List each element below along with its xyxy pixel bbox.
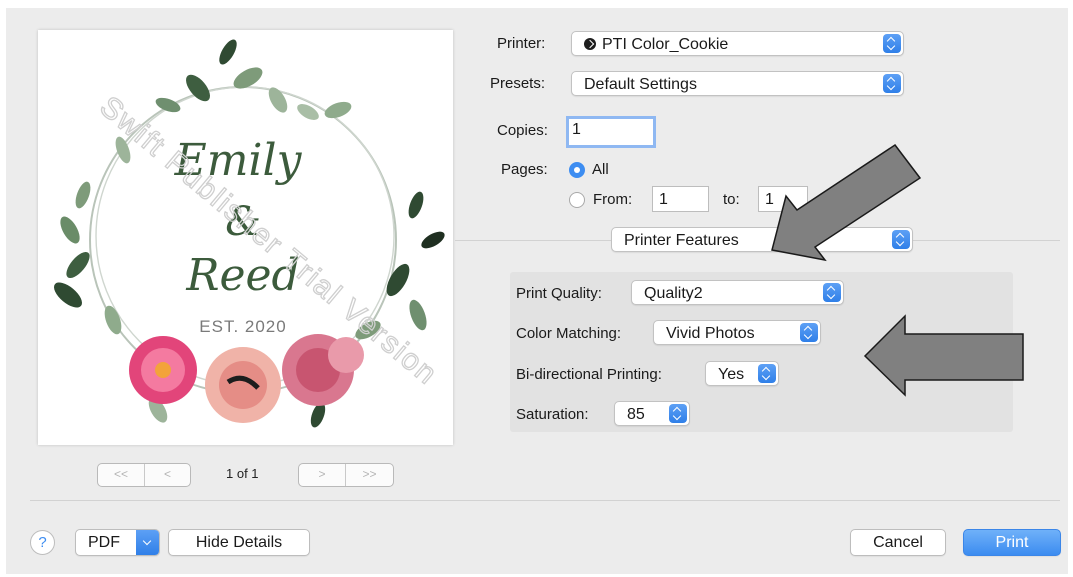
last-page-button[interactable]: >> bbox=[345, 464, 393, 486]
color-matching-popup[interactable]: Vivid Photos bbox=[653, 320, 821, 345]
section-popup-value: Printer Features bbox=[624, 232, 739, 249]
bottom-divider bbox=[30, 500, 1060, 501]
pdf-menu-button[interactable]: PDF bbox=[75, 529, 160, 556]
section-popup[interactable]: Printer Features bbox=[611, 227, 913, 252]
saturation-value: 85 bbox=[627, 406, 645, 423]
copies-label: Copies: bbox=[497, 122, 548, 139]
pages-to-field[interactable]: 1 bbox=[758, 186, 808, 212]
pages-from-radio[interactable] bbox=[569, 192, 585, 208]
presets-label: Presets: bbox=[490, 75, 546, 92]
pages-from-label: From: bbox=[593, 191, 633, 208]
cancel-button[interactable]: Cancel bbox=[850, 529, 946, 556]
popup-stepper-icon bbox=[823, 283, 841, 302]
bidirectional-label: Bi-directional Printing: bbox=[516, 366, 662, 383]
print-button[interactable]: Print bbox=[963, 529, 1061, 556]
saturation-label: Saturation: bbox=[516, 406, 589, 423]
preview-est: EST. 2020 bbox=[199, 317, 286, 336]
printer-popup[interactable]: PTI Color_Cookie bbox=[571, 31, 904, 56]
saturation-popup[interactable]: 85 bbox=[614, 401, 690, 426]
printer-label: Printer: bbox=[497, 35, 546, 52]
popup-stepper-icon bbox=[883, 74, 901, 93]
page-count: 1 of 1 bbox=[226, 466, 259, 481]
print-preview: Emily & Reed EST. 2020 Swift Publisher T… bbox=[38, 30, 453, 445]
pager-back-group: << < bbox=[97, 463, 191, 487]
pages-all-label: All bbox=[592, 161, 609, 178]
pages-all-radio[interactable] bbox=[569, 162, 585, 178]
printer-value: PTI Color_Cookie bbox=[602, 36, 729, 53]
popup-stepper-icon bbox=[892, 230, 910, 249]
pager-forward-group: > >> bbox=[298, 463, 394, 487]
first-page-button[interactable]: << bbox=[98, 464, 144, 486]
print-quality-value: Quality2 bbox=[644, 285, 703, 302]
popup-stepper-icon bbox=[800, 323, 818, 342]
wreath-artwork: Emily & Reed EST. 2020 Swift Publisher T… bbox=[53, 39, 445, 428]
popup-stepper-icon bbox=[758, 364, 776, 383]
prev-page-button[interactable]: < bbox=[144, 464, 190, 486]
hide-details-button[interactable]: Hide Details bbox=[168, 529, 310, 556]
popup-stepper-icon bbox=[883, 34, 901, 53]
bidirectional-popup[interactable]: Yes bbox=[705, 361, 779, 386]
color-matching-label: Color Matching: bbox=[516, 325, 622, 342]
presets-popup[interactable]: Default Settings bbox=[571, 71, 904, 96]
copies-field[interactable]: 1 bbox=[566, 116, 656, 148]
next-page-button[interactable]: > bbox=[299, 464, 345, 486]
print-quality-popup[interactable]: Quality2 bbox=[631, 280, 844, 305]
pages-to-label: to: bbox=[723, 191, 740, 208]
popup-stepper-icon bbox=[669, 404, 687, 423]
pdf-label: PDF bbox=[88, 534, 120, 551]
presets-value: Default Settings bbox=[584, 76, 697, 93]
help-icon[interactable]: ? bbox=[30, 530, 55, 555]
print-quality-label: Print Quality: bbox=[516, 285, 602, 302]
pages-label: Pages: bbox=[501, 161, 548, 178]
chevron-down-icon bbox=[136, 530, 159, 555]
bidirectional-value: Yes bbox=[718, 366, 745, 383]
printer-status-icon bbox=[584, 38, 596, 50]
color-matching-value: Vivid Photos bbox=[666, 325, 755, 342]
pages-from-field[interactable]: 1 bbox=[652, 186, 709, 212]
